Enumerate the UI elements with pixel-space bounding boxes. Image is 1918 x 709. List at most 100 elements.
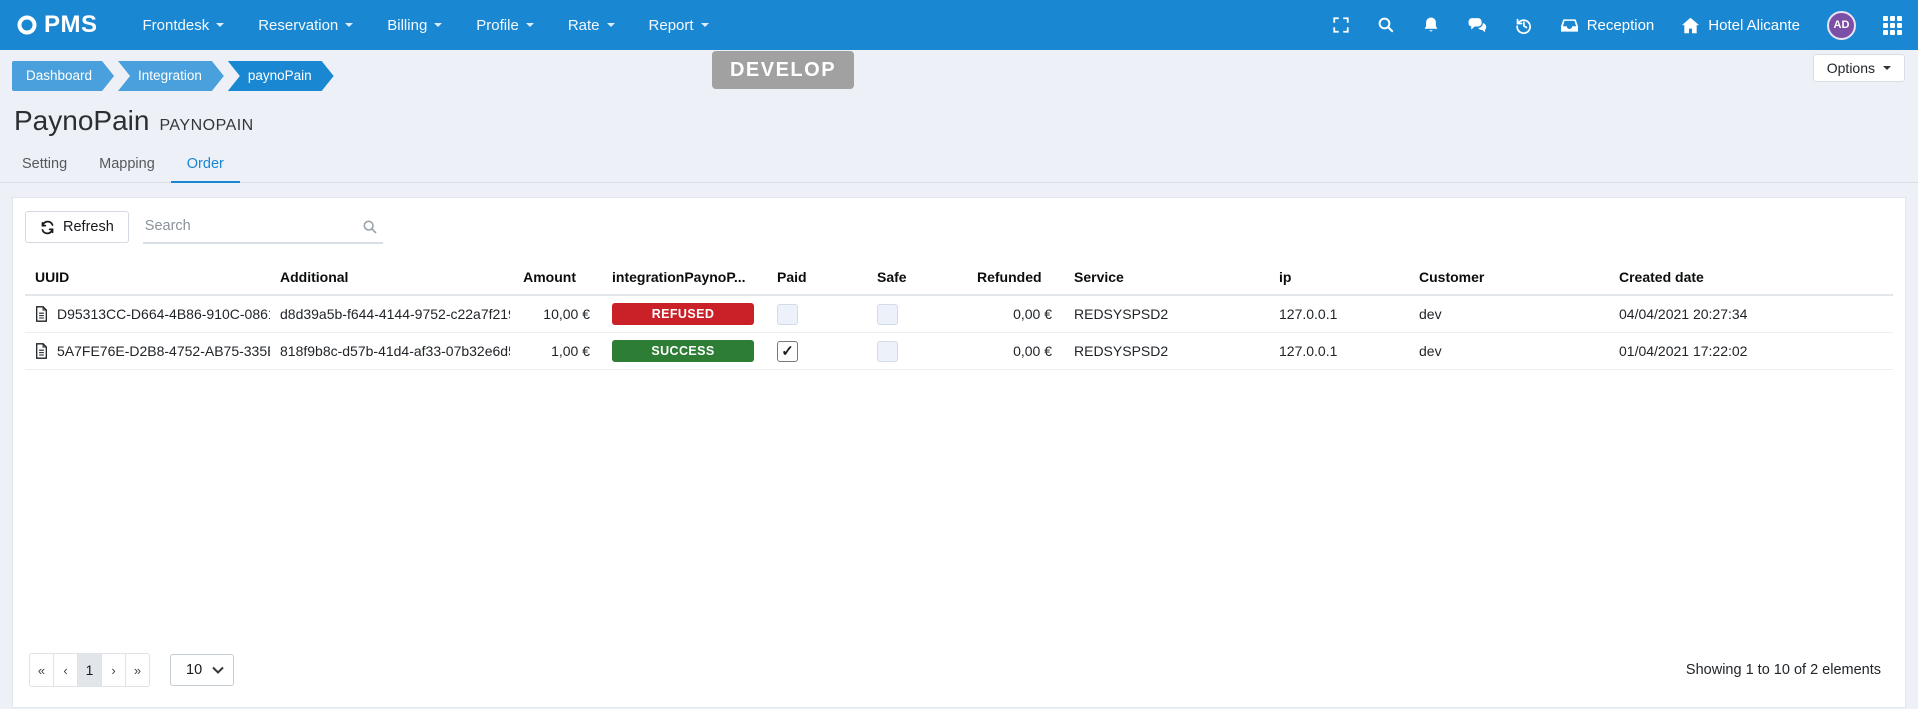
fullscreen-icon[interactable]	[1332, 16, 1350, 34]
apps-grid-icon[interactable]	[1883, 16, 1902, 35]
search-icon	[362, 219, 378, 235]
col-additional: Additional	[270, 260, 510, 295]
chevron-down-icon	[1883, 66, 1891, 70]
col-refunded: Refunded	[967, 260, 1064, 295]
chevron-down-icon	[434, 23, 442, 27]
document-icon[interactable]	[35, 343, 48, 359]
pagination-first-button[interactable]: «	[29, 653, 54, 687]
orders-table: UUID Additional Amount integrationPaynoP…	[25, 260, 1893, 370]
tab-order[interactable]: Order	[171, 149, 240, 183]
status-badge: REFUSED	[612, 303, 754, 325]
menu-rate[interactable]: Rate	[551, 0, 632, 50]
page-title: PaynoPain	[14, 105, 149, 137]
order-additional: d8d39a5b-f644-4144-9752-c22a7f219	[270, 295, 510, 333]
page-subtitle: PAYNOPAIN	[159, 117, 253, 135]
col-customer: Customer	[1409, 260, 1609, 295]
order-customer: dev	[1409, 295, 1609, 333]
menu-reservation[interactable]: Reservation	[241, 0, 370, 50]
breadcrumb: Dashboard Integration paynoPain	[12, 61, 338, 91]
paid-checkbox[interactable]	[777, 304, 798, 325]
menu-report[interactable]: Report	[632, 0, 726, 50]
col-ip: ip	[1269, 260, 1409, 295]
messages-chat-icon[interactable]	[1467, 16, 1487, 34]
table-header-row: UUID Additional Amount integrationPaynoP…	[25, 260, 1893, 295]
order-refunded: 0,00 €	[967, 295, 1064, 333]
table-row: 5A7FE76E-D2B8-4752-AB75-335E 818f9b8c-d5…	[25, 333, 1893, 370]
table-toolbar: Refresh	[25, 210, 1893, 244]
menu-profile[interactable]: Profile	[459, 0, 551, 50]
search-input[interactable]	[143, 210, 383, 244]
order-panel: Refresh UUID Additional Amount integrati…	[12, 197, 1906, 708]
col-amount: Amount	[510, 260, 602, 295]
document-icon[interactable]	[35, 306, 48, 322]
col-safe: Safe	[867, 260, 967, 295]
environment-badge: DEVELOP	[712, 51, 854, 89]
pagination-last-button[interactable]: »	[125, 653, 150, 687]
pms-ring-icon	[16, 14, 38, 36]
tab-mapping[interactable]: Mapping	[83, 149, 171, 182]
order-uuid: D95313CC-D664-4B86-910C-0861	[57, 306, 270, 322]
pagination-page-1-button[interactable]: 1	[77, 653, 102, 687]
user-avatar[interactable]: AD	[1827, 11, 1856, 40]
order-service: REDSYSPSD2	[1064, 333, 1269, 370]
page-size-select[interactable]: 10	[170, 654, 234, 686]
refresh-icon	[40, 220, 55, 235]
pagination-next-button[interactable]: ›	[101, 653, 126, 687]
chevron-down-icon	[345, 23, 353, 27]
main-menu: Frontdesk Reservation Billing Profile Ra…	[126, 0, 726, 50]
home-icon	[1681, 17, 1700, 34]
results-summary: Showing 1 to 10 of 2 elements	[1686, 662, 1881, 678]
order-created-date: 04/04/2021 20:27:34	[1609, 295, 1893, 333]
breadcrumb-paynopain[interactable]: paynoPain	[228, 61, 334, 91]
col-uuid: UUID	[25, 260, 270, 295]
pagination-group: « ‹ 1 › »	[29, 653, 150, 687]
col-integration: integrationPaynoP...	[602, 260, 767, 295]
top-navbar: PMS Frontdesk Reservation Billing Profil…	[0, 0, 1918, 50]
order-additional: 818f9b8c-d57b-41d4-af33-07b32e6d5	[270, 333, 510, 370]
options-button[interactable]: Options	[1813, 54, 1905, 82]
order-service: REDSYSPSD2	[1064, 295, 1269, 333]
breadcrumb-integration[interactable]: Integration	[118, 61, 224, 91]
order-uuid: 5A7FE76E-D2B8-4752-AB75-335E	[57, 343, 270, 359]
paid-checkbox[interactable]: ✓	[777, 341, 798, 362]
status-badge: SUCCESS	[612, 340, 754, 362]
breadcrumb-dashboard[interactable]: Dashboard	[12, 61, 114, 91]
tab-bar: Setting Mapping Order	[0, 149, 1918, 183]
order-refunded: 0,00 €	[967, 333, 1064, 370]
refresh-button[interactable]: Refresh	[25, 211, 129, 243]
col-created-date: Created date	[1609, 260, 1893, 295]
order-ip: 127.0.0.1	[1269, 333, 1409, 370]
page-container: Dashboard Integration paynoPain DEVELOP …	[0, 50, 1918, 709]
safe-checkbox[interactable]	[877, 304, 898, 325]
order-ip: 127.0.0.1	[1269, 295, 1409, 333]
col-service: Service	[1064, 260, 1269, 295]
table-row: D95313CC-D664-4B86-910C-0861 d8d39a5b-f6…	[25, 295, 1893, 333]
brand-name: PMS	[44, 11, 98, 39]
chevron-down-icon	[212, 666, 224, 674]
pagination-row: « ‹ 1 › » 10 Showing 1 to 10 of 2 elemen…	[25, 653, 1893, 695]
chevron-down-icon	[216, 23, 224, 27]
workstation-selector[interactable]: Reception	[1560, 17, 1655, 34]
tab-setting[interactable]: Setting	[6, 149, 83, 182]
chevron-down-icon	[607, 23, 615, 27]
history-icon[interactable]	[1514, 16, 1533, 35]
hotel-selector[interactable]: Hotel Alicante	[1681, 17, 1800, 34]
order-customer: dev	[1409, 333, 1609, 370]
search-field-wrap	[143, 210, 383, 244]
menu-billing[interactable]: Billing	[370, 0, 459, 50]
chevron-down-icon	[701, 23, 709, 27]
chevron-down-icon	[526, 23, 534, 27]
inbox-tray-icon	[1560, 17, 1579, 34]
order-amount: 10,00 €	[510, 295, 602, 333]
col-paid: Paid	[767, 260, 867, 295]
menu-frontdesk[interactable]: Frontdesk	[126, 0, 242, 50]
order-created-date: 01/04/2021 17:22:02	[1609, 333, 1893, 370]
search-icon[interactable]	[1377, 16, 1395, 34]
order-amount: 1,00 €	[510, 333, 602, 370]
brand-logo[interactable]: PMS	[16, 11, 98, 39]
page-title-row: PaynoPain PAYNOPAIN	[14, 105, 1918, 137]
navbar-actions: Reception Hotel Alicante AD	[1332, 11, 1902, 40]
pagination-prev-button[interactable]: ‹	[53, 653, 78, 687]
notifications-bell-icon[interactable]	[1422, 16, 1440, 34]
safe-checkbox[interactable]	[877, 341, 898, 362]
